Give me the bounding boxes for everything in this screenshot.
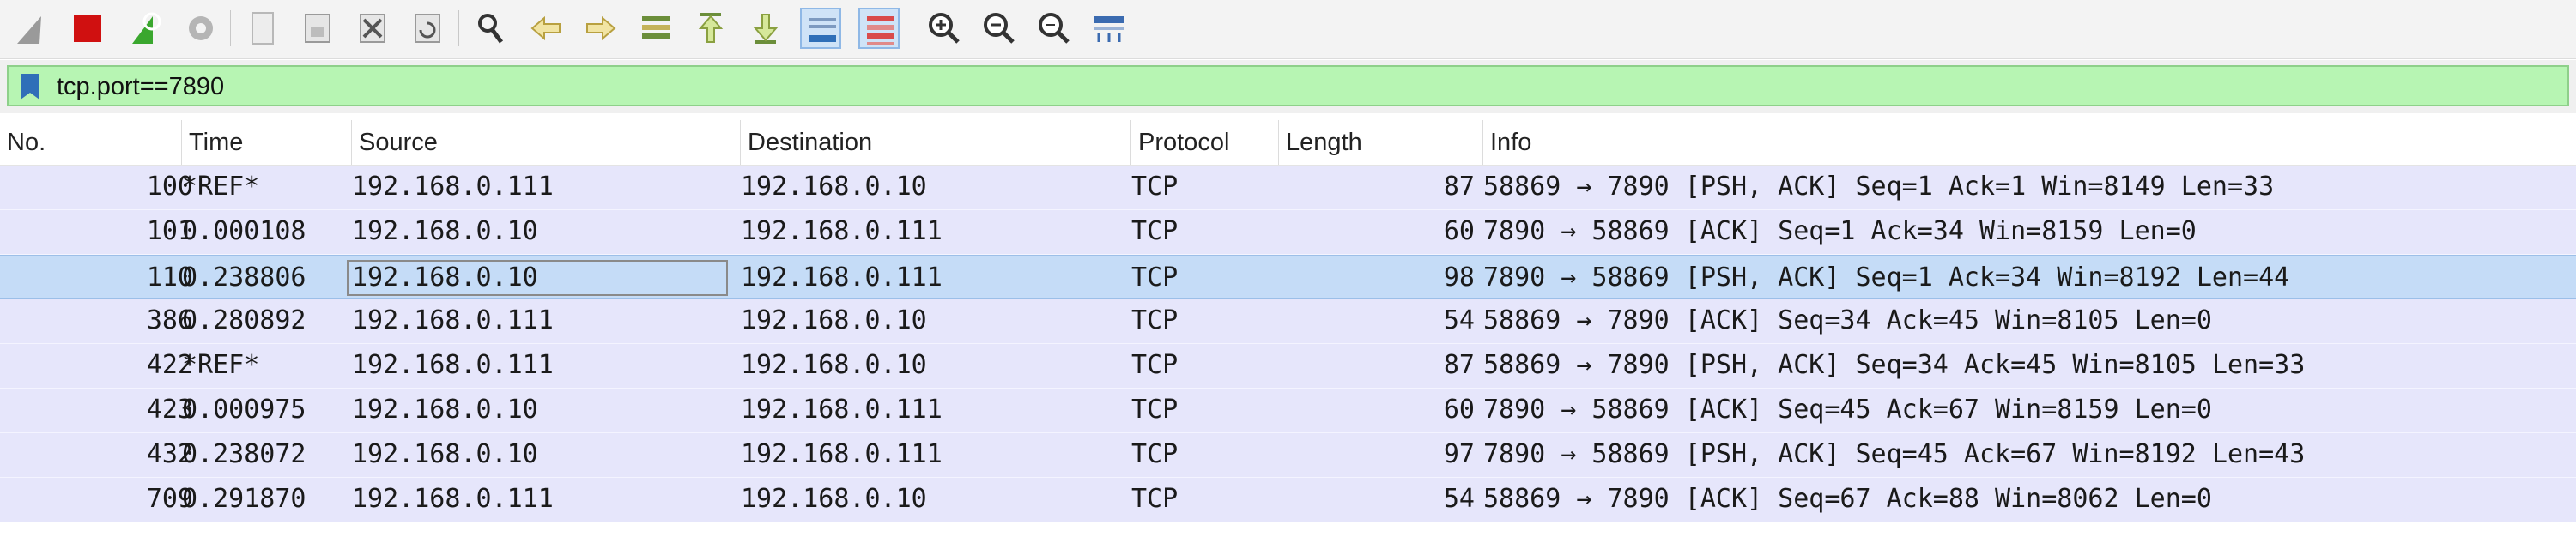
packet-time: 0.238806	[182, 262, 306, 293]
packet-length: 98	[1443, 262, 1475, 293]
packet-destination: 192.168.0.10	[741, 484, 927, 514]
packet-list-header: No. Time Source Destination Protocol Len…	[0, 120, 2576, 166]
packet-no: 432	[146, 439, 193, 469]
column-header-protocol[interactable]: Protocol	[1131, 120, 1279, 165]
packet-source: 192.168.0.111	[352, 484, 554, 514]
packet-source: 192.168.0.111	[352, 350, 554, 380]
main-toolbar	[0, 0, 2576, 59]
shark-fin-icon[interactable]	[10, 8, 52, 49]
packet-info: 7890 → 58869 [PSH, ACK] Seq=1 Ack=34 Win…	[1483, 262, 2290, 293]
go-to-packet-icon[interactable]	[635, 8, 676, 49]
packet-time: *REF*	[182, 172, 260, 202]
column-header-info[interactable]: Info	[1483, 120, 2576, 165]
packet-info: 7890 → 58869 [ACK] Seq=45 Ack=67 Win=815…	[1483, 395, 2212, 425]
packet-protocol: TCP	[1131, 305, 1179, 335]
packet-length: 87	[1443, 350, 1475, 380]
packet-source: 192.168.0.10	[352, 216, 538, 246]
reload-icon[interactable]	[407, 8, 448, 49]
packet-source: 192.168.0.10	[352, 262, 538, 293]
packet-row[interactable]: 100 *REF* 192.168.0.111 192.168.0.10 TCP…	[0, 166, 2576, 210]
packet-time: 0.291870	[182, 484, 306, 514]
display-filter-input[interactable]	[57, 70, 2546, 103]
packet-length: 60	[1443, 216, 1475, 246]
packet-time: *REF*	[182, 350, 260, 380]
find-icon[interactable]	[470, 8, 512, 49]
packet-destination: 192.168.0.10	[741, 350, 927, 380]
packet-protocol: TCP	[1131, 439, 1179, 469]
packet-info: 58869 → 7890 [ACK] Seq=67 Ack=88 Win=806…	[1483, 484, 2212, 514]
packet-source: 192.168.0.10	[352, 439, 538, 469]
packet-row[interactable]: 386 0.280892 192.168.0.111 192.168.0.10 …	[0, 299, 2576, 344]
packet-no: 423	[146, 395, 193, 425]
zoom-out-icon[interactable]	[979, 8, 1020, 49]
save-icon[interactable]	[297, 8, 338, 49]
column-header-time[interactable]: Time	[182, 120, 352, 165]
packet-list: 100 *REF* 192.168.0.111 192.168.0.10 TCP…	[0, 166, 2576, 522]
packet-length: 54	[1443, 484, 1475, 514]
colorize-icon[interactable]	[858, 8, 900, 49]
packet-protocol: TCP	[1131, 262, 1179, 293]
packet-info: 58869 → 7890 [PSH, ACK] Seq=34 Ack=45 Wi…	[1483, 350, 2306, 380]
packet-no: 101	[146, 216, 193, 246]
packet-info: 58869 → 7890 [PSH, ACK] Seq=1 Ack=1 Win=…	[1483, 172, 2275, 202]
packet-source: 192.168.0.10	[352, 395, 538, 425]
normal-size-icon[interactable]	[1033, 8, 1075, 49]
packet-time: 0.000108	[182, 216, 306, 246]
packet-time: 0.238072	[182, 439, 306, 469]
close-icon[interactable]	[352, 8, 393, 49]
packet-row[interactable]: 709 0.291870 192.168.0.111 192.168.0.10 …	[0, 478, 2576, 522]
back-icon[interactable]	[525, 8, 567, 49]
last-packet-icon[interactable]	[745, 8, 786, 49]
packet-info: 7890 → 58869 [ACK] Seq=1 Ack=34 Win=8159…	[1483, 216, 2197, 246]
forward-icon[interactable]	[580, 8, 621, 49]
packet-row-selected[interactable]: 110 0.238806 192.168.0.10 192.168.0.111 …	[0, 255, 2576, 299]
packet-destination: 192.168.0.10	[741, 172, 927, 202]
packet-no: 110	[146, 262, 193, 293]
resize-columns-icon[interactable]	[1088, 8, 1130, 49]
packet-destination: 192.168.0.111	[741, 262, 943, 293]
open-icon[interactable]	[242, 8, 283, 49]
packet-row[interactable]: 422 *REF* 192.168.0.111 192.168.0.10 TCP…	[0, 344, 2576, 389]
packet-protocol: TCP	[1131, 216, 1179, 246]
packet-source: 192.168.0.111	[352, 172, 554, 202]
first-packet-icon[interactable]	[690, 8, 731, 49]
packet-source: 192.168.0.111	[352, 305, 554, 335]
column-header-destination[interactable]: Destination	[741, 120, 1131, 165]
packet-length: 60	[1443, 395, 1475, 425]
packet-destination: 192.168.0.111	[741, 395, 943, 425]
packet-time: 0.280892	[182, 305, 306, 335]
packet-row[interactable]: 423 0.000975 192.168.0.10 192.168.0.111 …	[0, 389, 2576, 433]
column-header-no[interactable]: No.	[0, 120, 182, 165]
stop-icon[interactable]	[67, 8, 108, 49]
options-icon[interactable]	[180, 8, 221, 49]
packet-length: 87	[1443, 172, 1475, 202]
packet-length: 97	[1443, 439, 1475, 469]
packet-no: 100	[146, 172, 193, 202]
packet-info: 7890 → 58869 [PSH, ACK] Seq=45 Ack=67 Wi…	[1483, 439, 2306, 469]
display-filter-bar	[0, 60, 2576, 113]
autoscroll-icon[interactable]	[800, 8, 841, 49]
packet-protocol: TCP	[1131, 350, 1179, 380]
bookmark-icon[interactable]	[19, 72, 41, 101]
packet-protocol: TCP	[1131, 484, 1179, 514]
packet-destination: 192.168.0.111	[741, 439, 943, 469]
packet-no: 709	[146, 484, 193, 514]
packet-info: 58869 → 7890 [ACK] Seq=34 Ack=45 Win=810…	[1483, 305, 2212, 335]
packet-protocol: TCP	[1131, 395, 1179, 425]
packet-destination: 192.168.0.111	[741, 216, 943, 246]
display-filter-box	[7, 65, 2569, 106]
packet-protocol: TCP	[1131, 172, 1179, 202]
packet-row[interactable]: 432 0.238072 192.168.0.10 192.168.0.111 …	[0, 433, 2576, 478]
packet-destination: 192.168.0.10	[741, 305, 927, 335]
column-header-source[interactable]: Source	[352, 120, 741, 165]
zoom-in-icon[interactable]	[924, 8, 965, 49]
packet-no: 386	[146, 305, 193, 335]
packet-length: 54	[1443, 305, 1475, 335]
restart-icon[interactable]	[124, 8, 165, 49]
packet-time: 0.000975	[182, 395, 306, 425]
packet-no: 422	[146, 350, 193, 380]
packet-row[interactable]: 101 0.000108 192.168.0.10 192.168.0.111 …	[0, 210, 2576, 255]
column-header-length[interactable]: Length	[1279, 120, 1483, 165]
